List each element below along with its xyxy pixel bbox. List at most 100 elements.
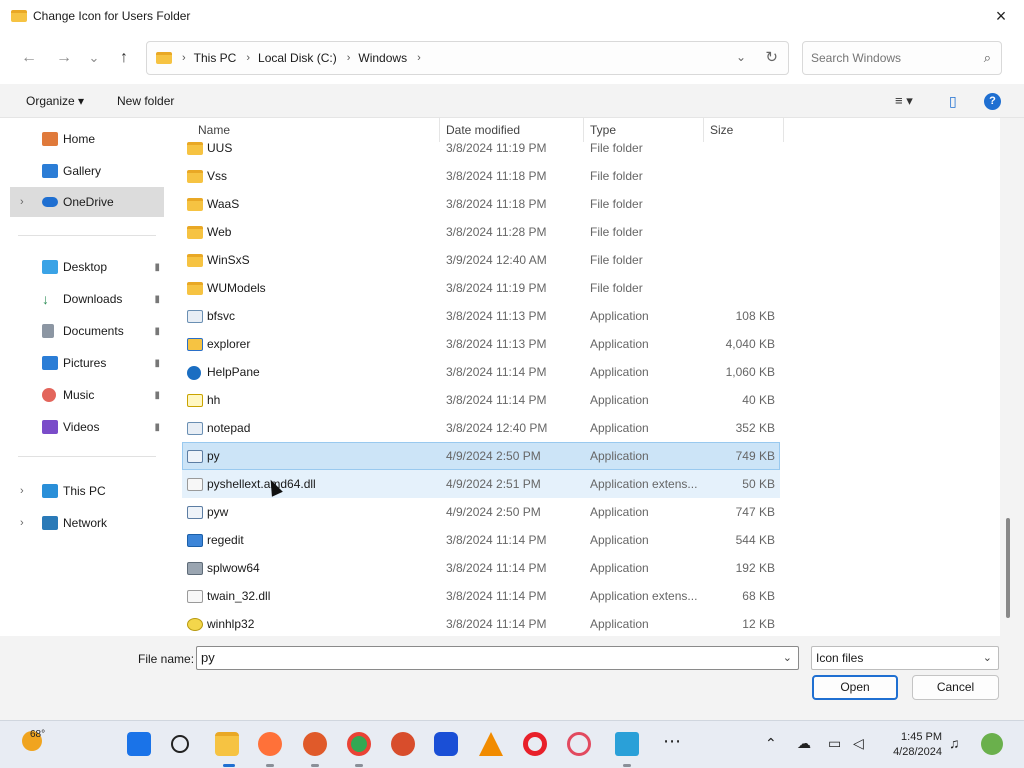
- malwarebytes-icon[interactable]: [434, 732, 458, 756]
- search-icon[interactable]: [171, 735, 189, 753]
- file-row[interactable]: Vss 3/8/2024 11:18 PM File folder: [182, 162, 780, 190]
- sidebar-item-music[interactable]: Music ▮: [10, 380, 164, 410]
- application-icon: [187, 422, 203, 435]
- file-type-select[interactable]: Icon files ⌄: [811, 646, 999, 670]
- sidebar-item-label: Videos: [63, 420, 100, 434]
- chevron-right-icon[interactable]: ›: [20, 517, 24, 529]
- app-icon[interactable]: [391, 732, 415, 756]
- open-button[interactable]: Open: [812, 675, 898, 700]
- file-date: 3/8/2024 11:14 PM: [446, 365, 547, 379]
- file-size: 68 KB: [742, 589, 775, 603]
- network-icon: [42, 516, 58, 530]
- preview-pane-button[interactable]: ▯: [949, 93, 957, 110]
- file-size: 192 KB: [735, 561, 775, 575]
- file-row[interactable]: splwow64 3/8/2024 11:14 PM Application 192 …: [182, 554, 780, 582]
- vlc-icon[interactable]: [479, 732, 503, 756]
- chevron-down-icon[interactable]: ⌄: [736, 50, 746, 64]
- sidebar-item-downloads[interactable]: ↓ Downloads ▮: [10, 284, 164, 314]
- column-divider[interactable]: [783, 118, 784, 142]
- chevron-right-icon[interactable]: ›: [347, 52, 351, 64]
- chevron-right-icon[interactable]: ›: [20, 196, 24, 208]
- cancel-button[interactable]: Cancel: [912, 675, 999, 700]
- file-explorer-icon[interactable]: [215, 732, 239, 756]
- start-icon[interactable]: [127, 732, 151, 756]
- copilot-icon[interactable]: [981, 733, 1003, 755]
- file-name-input[interactable]: py ⌄: [196, 646, 799, 670]
- address-bar[interactable]: › This PC › Local Disk (C:) › Windows › …: [146, 41, 789, 75]
- folder-icon: [187, 198, 203, 211]
- file-row[interactable]: explorer 3/8/2024 11:13 PM Application 4,04…: [182, 330, 780, 358]
- file-type: File folder: [590, 169, 643, 183]
- sidebar-item-videos[interactable]: Videos ▮: [10, 412, 164, 442]
- sidebar-item-gallery[interactable]: Gallery: [10, 156, 164, 186]
- close-button[interactable]: ×: [978, 0, 1024, 32]
- breadcrumb-local-disk[interactable]: Local Disk (C:): [258, 51, 337, 65]
- firefox-icon[interactable]: [258, 732, 282, 756]
- network-offline-icon[interactable]: ☁: [797, 735, 811, 752]
- app-icon[interactable]: [615, 732, 639, 756]
- chevron-up-icon[interactable]: ⌃: [765, 735, 777, 752]
- chevron-down-icon[interactable]: ⌄: [983, 647, 992, 669]
- more-icon[interactable]: ⋯: [663, 731, 681, 752]
- file-type-value[interactable]: Icon files: [816, 651, 863, 665]
- file-row[interactable]: bfsvc 3/8/2024 11:13 PM Application 108 KB: [182, 302, 780, 330]
- opera-icon[interactable]: [523, 732, 547, 756]
- system-clock[interactable]: 1:45 PM 4/28/2024: [884, 730, 942, 760]
- volume-muted-icon[interactable]: ◁: [853, 735, 864, 752]
- file-row[interactable]: py 4/9/2024 2:50 PM Application 749 KB: [182, 442, 780, 470]
- notification-bell-icon[interactable]: ♫: [949, 735, 960, 751]
- breadcrumb-windows[interactable]: Windows: [358, 51, 407, 65]
- file-row[interactable]: Web 3/8/2024 11:28 PM File folder: [182, 218, 780, 246]
- forward-button[interactable]: →: [52, 48, 76, 68]
- file-row[interactable]: hh 3/8/2024 11:14 PM Application 40 KB: [182, 386, 780, 414]
- app-icon[interactable]: [303, 732, 327, 756]
- file-row[interactable]: regedit 3/8/2024 11:14 PM Application 544 K…: [182, 526, 780, 554]
- file-row[interactable]: pyw 4/9/2024 2:50 PM Application 747 KB: [182, 498, 780, 526]
- search-input[interactable]: [811, 51, 971, 65]
- file-row[interactable]: WaaS 3/8/2024 11:18 PM File folder: [182, 190, 780, 218]
- registry-icon: [187, 534, 203, 547]
- chevron-down-icon[interactable]: ⌄: [783, 647, 792, 669]
- temperature: 68°: [30, 729, 46, 740]
- file-row[interactable]: notepad 3/8/2024 12:40 PM Application 352 K…: [182, 414, 780, 442]
- search-box[interactable]: ⌕: [802, 41, 1002, 75]
- breadcrumb-this-pc[interactable]: This PC: [194, 51, 237, 65]
- up-button[interactable]: ↑: [112, 48, 136, 68]
- file-row[interactable]: UUS 3/8/2024 11:19 PM File folder: [182, 134, 780, 162]
- sidebar-item-this-pc[interactable]: › This PC: [10, 476, 164, 506]
- search-icon[interactable]: ⌕: [984, 50, 991, 66]
- back-button[interactable]: ←: [17, 48, 41, 68]
- file-row[interactable]: winhlp32 3/8/2024 11:14 PM Application 12 K…: [182, 610, 780, 636]
- new-folder-button[interactable]: New folder: [117, 94, 174, 108]
- file-row[interactable]: HelpPane 3/8/2024 11:14 PM Application 1,06…: [182, 358, 780, 386]
- file-name: hh: [207, 393, 221, 407]
- sidebar-item-pictures[interactable]: Pictures ▮: [10, 348, 164, 378]
- chevron-right-icon[interactable]: ›: [246, 52, 250, 64]
- chevron-right-icon[interactable]: ›: [20, 485, 24, 497]
- file-row[interactable]: twain_32.dll 3/8/2024 11:14 PM Application…: [182, 582, 780, 610]
- scrollbar-thumb[interactable]: [1006, 518, 1010, 618]
- sidebar-item-desktop[interactable]: Desktop ▮: [10, 252, 164, 282]
- opera-gx-icon[interactable]: [567, 732, 591, 756]
- file-date: 4/9/2024 2:51 PM: [446, 477, 541, 491]
- help-icon[interactable]: ?: [984, 93, 1001, 110]
- sidebar-item-onedrive[interactable]: › OneDrive: [10, 187, 164, 217]
- chrome-icon[interactable]: [347, 732, 371, 756]
- view-options-button[interactable]: ≡ ▾: [895, 93, 913, 109]
- sidebar-item-network[interactable]: › Network: [10, 508, 164, 538]
- computer-icon: [42, 484, 58, 498]
- file-name: bfsvc: [207, 309, 236, 323]
- organize-button[interactable]: Organize ▾: [26, 94, 84, 108]
- file-name-value[interactable]: py: [201, 650, 215, 665]
- file-row[interactable]: WinSxS 3/9/2024 12:40 AM File folder: [182, 246, 780, 274]
- chevron-right-icon[interactable]: ›: [417, 52, 421, 64]
- refresh-icon[interactable]: ↻: [765, 48, 778, 66]
- sidebar-item-documents[interactable]: Documents ▮: [10, 316, 164, 346]
- file-name: explorer: [207, 337, 251, 351]
- sidebar-item-home[interactable]: Home: [10, 124, 164, 154]
- display-icon[interactable]: ▭: [828, 735, 841, 752]
- file-name-label: File name:: [138, 652, 195, 666]
- pictures-icon: [42, 356, 58, 370]
- file-row[interactable]: WUModels 3/8/2024 11:19 PM File folder: [182, 274, 780, 302]
- recent-locations-button[interactable]: ⌄: [82, 48, 106, 68]
